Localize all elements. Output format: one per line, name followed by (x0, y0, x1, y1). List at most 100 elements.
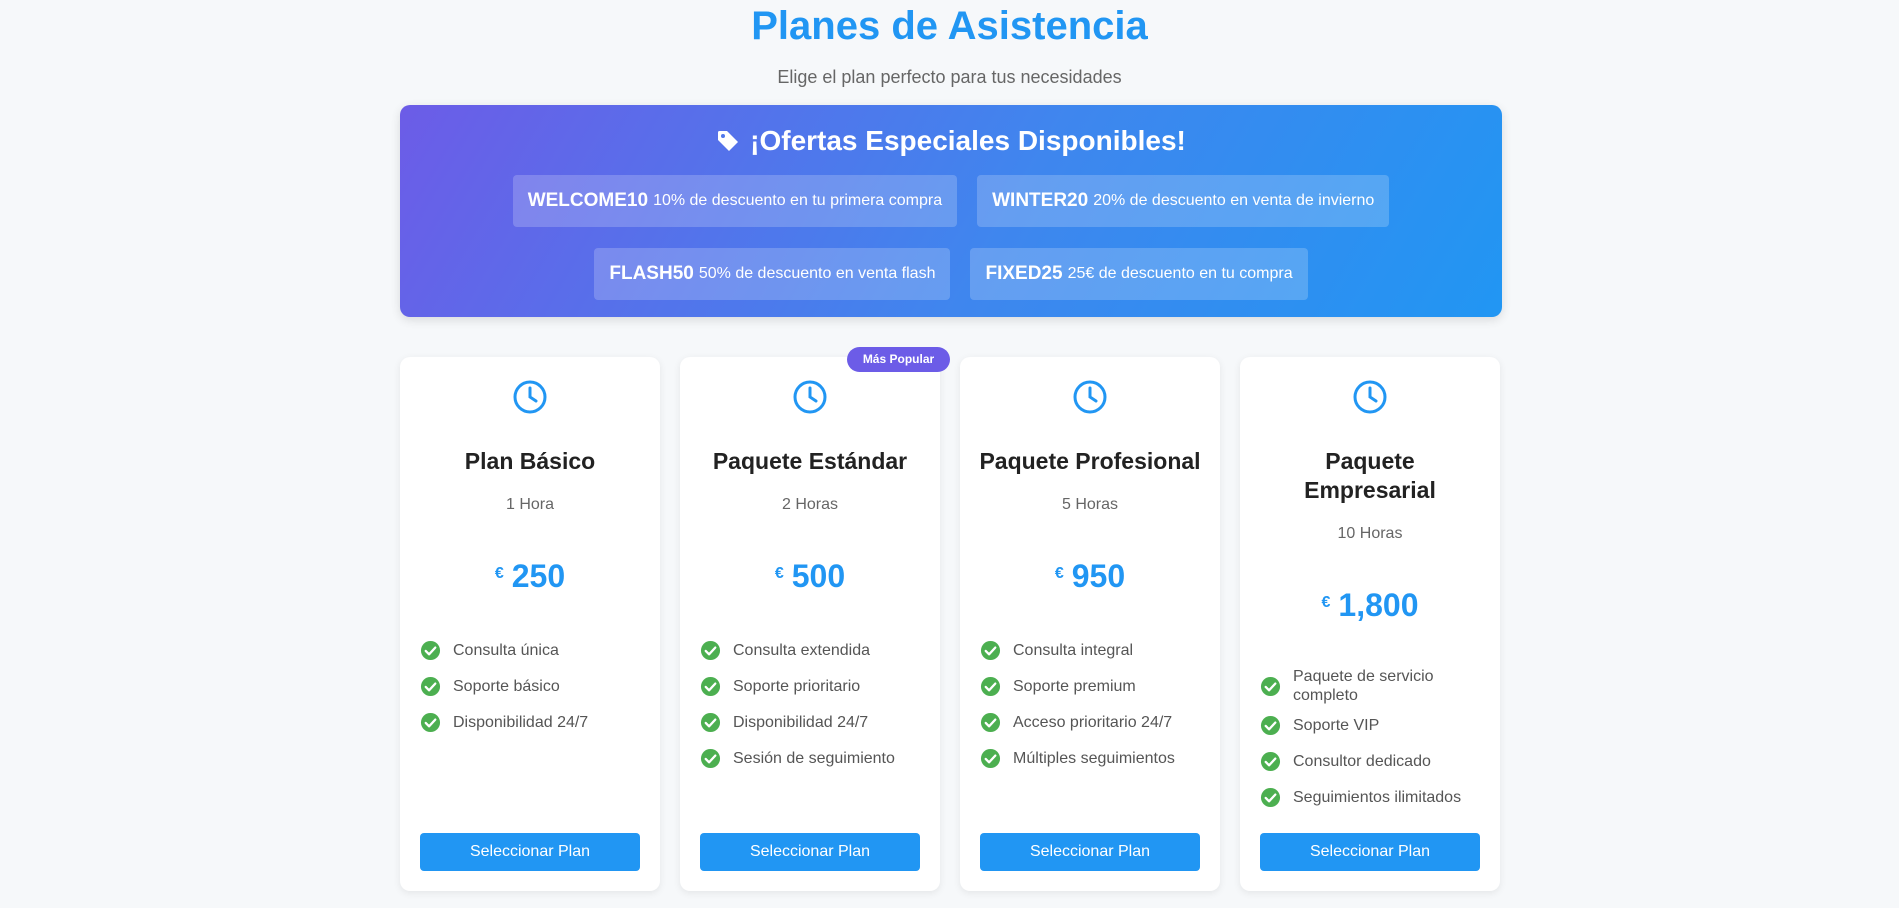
plan-hours: 1 Hora (505, 496, 555, 513)
check-circle-icon (980, 712, 1001, 733)
currency-symbol: € (1054, 565, 1064, 582)
page-title: Planes de Asistencia (751, 4, 1148, 48)
list-item: Consulta única (420, 640, 646, 661)
plan-hours: 10 Horas (1337, 525, 1403, 542)
coupon-flash50: FLASH50 50% de descuento en venta flash (594, 248, 951, 300)
check-circle-icon (700, 748, 721, 769)
feature-text: Acceso prioritario 24/7 (1013, 714, 1173, 731)
check-circle-icon (1260, 715, 1281, 736)
currency-symbol: € (494, 565, 504, 582)
plan-name: Plan Básico (464, 448, 596, 474)
check-circle-icon (980, 748, 1001, 769)
list-item: Soporte básico (420, 676, 646, 697)
clock-icon (793, 380, 827, 414)
check-circle-icon (420, 712, 441, 733)
plan-name: Paquete Estándar (712, 448, 908, 474)
check-circle-icon (1260, 787, 1281, 808)
currency-symbol: € (1321, 594, 1331, 611)
plan-hours: 2 Horas (781, 496, 839, 513)
coupon-description: 50% de descuento en venta flash (698, 265, 936, 282)
check-circle-icon (700, 640, 721, 661)
check-circle-icon (1260, 751, 1281, 772)
list-item: Sesión de seguimiento (700, 748, 926, 769)
plan-card-empresarial: Paquete Empresarial 10 Horas €1,800 Paqu… (1240, 357, 1500, 891)
coupon-code: FLASH50 (609, 263, 694, 284)
feature-list: Consulta extendida Soporte prioritario D… (700, 640, 926, 784)
feature-list: Consulta integral Soporte premium Acceso… (980, 640, 1206, 784)
clock-icon (513, 380, 547, 414)
page-subtitle: Elige el plan perfecto para tus necesida… (777, 67, 1122, 87)
list-item: Paquete de servicio completo (1260, 667, 1486, 705)
plan-card-basico: Plan Básico 1 Hora €250 Consulta única S… (400, 357, 660, 891)
feature-text: Soporte básico (453, 678, 560, 695)
select-plan-button[interactable]: Seleccionar Plan (1260, 833, 1480, 871)
feature-text: Múltiples seguimientos (1013, 750, 1175, 767)
coupon-fixed25: FIXED25 25€ de descuento en tu compra (970, 248, 1308, 300)
list-item: Múltiples seguimientos (980, 748, 1206, 769)
feature-text: Consultor dedicado (1293, 753, 1431, 770)
list-item: Disponibilidad 24/7 (420, 712, 646, 733)
price-amount: 500 (791, 558, 846, 594)
coupon-code: WELCOME10 (527, 190, 649, 211)
offers-heading: ¡Ofertas Especiales Disponibles! (400, 123, 1502, 159)
feature-text: Consulta extendida (733, 642, 870, 659)
check-circle-icon (980, 640, 1001, 661)
coupon-welcome10: WELCOME10 10% de descuento en tu primera… (512, 175, 958, 227)
special-offers-banner: ¡Ofertas Especiales Disponibles! WELCOME… (400, 105, 1502, 317)
clock-icon (1073, 380, 1107, 414)
feature-text: Soporte premium (1013, 678, 1136, 695)
plan-price: €500 (680, 557, 940, 595)
clock-icon (1353, 380, 1387, 414)
check-circle-icon (1260, 676, 1281, 696)
list-item: Acceso prioritario 24/7 (980, 712, 1206, 733)
coupon-description: 25€ de descuento en tu compra (1067, 265, 1293, 282)
price-amount: 250 (511, 558, 566, 594)
coupon-code: WINTER20 (992, 190, 1089, 211)
feature-text: Soporte prioritario (733, 678, 861, 695)
select-plan-button[interactable]: Seleccionar Plan (980, 833, 1200, 871)
feature-list: Paquete de servicio completo Soporte VIP… (1260, 667, 1486, 823)
list-item: Soporte VIP (1260, 715, 1486, 736)
list-item: Soporte premium (980, 676, 1206, 697)
feature-text: Disponibilidad 24/7 (733, 714, 869, 731)
list-item: Seguimientos ilimitados (1260, 787, 1486, 808)
list-item: Consultor dedicado (1260, 751, 1486, 772)
feature-text: Consulta única (453, 642, 559, 659)
coupon-winter20: WINTER20 20% de descuento en venta de in… (977, 175, 1390, 227)
plan-price: €250 (400, 557, 660, 595)
popular-badge: Más Popular (847, 347, 950, 372)
feature-list: Consulta única Soporte básico Disponibil… (420, 640, 646, 748)
plan-name: Paquete Profesional (979, 448, 1201, 474)
feature-text: Seguimientos ilimitados (1293, 789, 1462, 806)
plan-hours: 5 Horas (1061, 496, 1119, 513)
plan-price: €1,800 (1240, 586, 1500, 624)
feature-text: Consulta integral (1013, 642, 1134, 659)
currency-symbol: € (774, 565, 784, 582)
coupon-code: FIXED25 (985, 263, 1063, 284)
select-plan-button[interactable]: Seleccionar Plan (700, 833, 920, 871)
list-item: Consulta extendida (700, 640, 926, 661)
feature-text: Disponibilidad 24/7 (453, 714, 589, 731)
list-item: Disponibilidad 24/7 (700, 712, 926, 733)
list-item: Soporte prioritario (700, 676, 926, 697)
price-amount: 950 (1071, 558, 1126, 594)
check-circle-icon (980, 676, 1001, 697)
check-circle-icon (420, 640, 441, 661)
plan-card-estandar: Paquete Estándar 2 Horas €500 Consulta e… (680, 357, 940, 891)
plan-card-profesional: Paquete Profesional 5 Horas €950 Consult… (960, 357, 1220, 891)
check-circle-icon (700, 712, 721, 733)
offers-title: ¡Ofertas Especiales Disponibles! (750, 125, 1186, 156)
feature-text: Soporte VIP (1293, 717, 1380, 734)
plan-name: Paquete Empresarial (1304, 448, 1436, 503)
check-circle-icon (700, 676, 721, 697)
feature-text: Paquete de servicio completo (1293, 668, 1434, 704)
plan-price: €950 (960, 557, 1220, 595)
coupon-description: 20% de descuento en venta de invierno (1093, 192, 1375, 209)
coupon-description: 10% de descuento en tu primera compra (653, 192, 943, 209)
tag-icon (718, 131, 739, 151)
check-circle-icon (420, 676, 441, 697)
feature-text: Sesión de seguimiento (733, 750, 895, 767)
price-amount: 1,800 (1338, 587, 1419, 623)
list-item: Consulta integral (980, 640, 1206, 661)
select-plan-button[interactable]: Seleccionar Plan (420, 833, 640, 871)
